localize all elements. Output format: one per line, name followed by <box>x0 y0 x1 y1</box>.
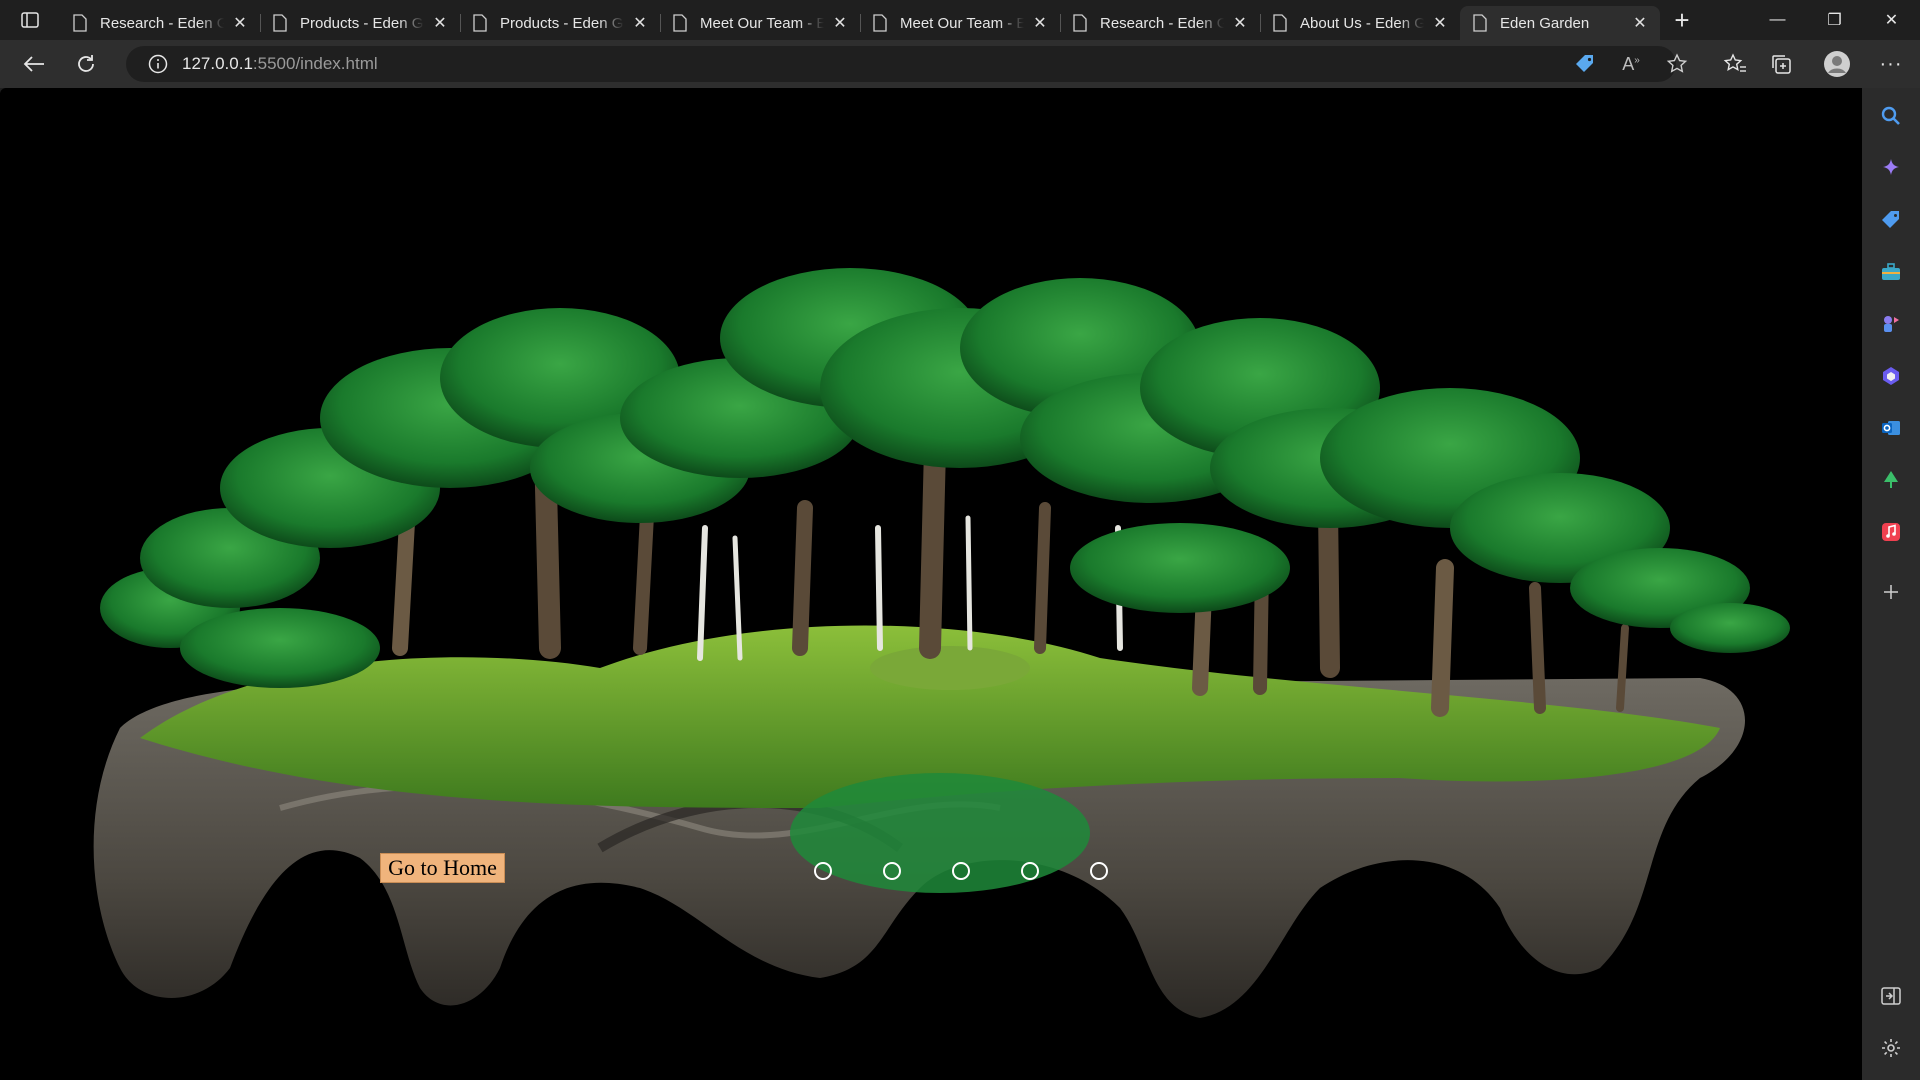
profile-avatar[interactable] <box>1814 44 1860 84</box>
back-icon[interactable] <box>10 44 58 84</box>
coupon-tag-icon[interactable] <box>1562 44 1608 84</box>
omnibox[interactable]: 127.0.0.1:5500/index.html <box>126 46 1676 82</box>
slider-dot[interactable] <box>883 862 901 880</box>
info-icon[interactable] <box>148 54 168 74</box>
tree-icon[interactable] <box>1862 460 1920 500</box>
tab[interactable]: Research - Eden Garden ✕ <box>1060 6 1261 40</box>
tab[interactable]: Meet Our Team - Eden Garden ✕ <box>660 6 861 40</box>
favorites-icon[interactable] <box>1712 44 1758 84</box>
tab[interactable]: About Us - Eden Garden ✕ <box>1260 6 1460 40</box>
restore-icon[interactable]: ❐ <box>1806 0 1863 40</box>
tab[interactable]: Products - Eden Garden ✕ <box>260 6 461 40</box>
slider-dot[interactable] <box>814 862 832 880</box>
url-text[interactable]: 127.0.0.1:5500/index.html <box>182 54 378 74</box>
tab-title: About Us - Eden Garden <box>1300 14 1424 32</box>
tab[interactable]: Research - Eden Garden ✕ <box>60 6 261 40</box>
minimize-icon[interactable]: — <box>1749 0 1806 40</box>
close-icon[interactable]: ✕ <box>1230 13 1250 33</box>
tab-title: Research - Eden Garden <box>100 14 224 32</box>
document-icon <box>1273 14 1287 32</box>
tools-briefcase-icon[interactable] <box>1862 252 1920 292</box>
games-icon[interactable] <box>1862 304 1920 344</box>
search-icon[interactable] <box>1862 96 1920 136</box>
window-controls: — ❐ ✕ <box>1749 0 1920 40</box>
page-viewport: Go to Home <box>0 88 1862 1080</box>
settings-gear-icon[interactable] <box>1862 1028 1920 1068</box>
tab-active[interactable]: Eden Garden ✕ <box>1460 6 1660 40</box>
close-icon[interactable]: ✕ <box>430 13 450 33</box>
new-tab-button[interactable]: + <box>1660 0 1704 40</box>
close-icon[interactable]: ✕ <box>630 13 650 33</box>
read-aloud-icon[interactable]: A» <box>1608 44 1654 84</box>
document-icon <box>873 14 887 32</box>
document-icon <box>473 14 487 32</box>
edge-sidebar <box>1862 88 1920 1080</box>
tab-actions-icon[interactable] <box>0 0 60 40</box>
collections-icon[interactable] <box>1758 44 1804 84</box>
document-icon <box>73 14 87 32</box>
address-bar-row: 127.0.0.1:5500/index.html A» ··· <box>0 40 1920 88</box>
tab-title: Research - Eden Garden <box>1100 14 1224 32</box>
document-icon <box>273 14 287 32</box>
close-icon[interactable]: ✕ <box>1630 13 1650 33</box>
music-icon[interactable] <box>1862 512 1920 552</box>
close-icon[interactable]: ✕ <box>230 13 250 33</box>
hero-image <box>93 268 1790 1018</box>
tab-title: Meet Our Team - Eden Garden <box>900 14 1024 32</box>
shopping-tag-icon[interactable] <box>1862 200 1920 240</box>
refresh-icon[interactable] <box>62 44 110 84</box>
close-window-icon[interactable]: ✕ <box>1863 0 1920 40</box>
url-host: 127.0.0.1 <box>182 54 253 73</box>
copilot-sparkle-icon[interactable] <box>1862 148 1920 188</box>
document-icon <box>1473 14 1487 32</box>
tab-title: Products - Eden Garden <box>300 14 424 32</box>
tab-strip: Research - Eden Garden ✕ Products - Eden … <box>0 0 1920 40</box>
document-icon <box>673 14 687 32</box>
slider-dot[interactable] <box>1090 862 1108 880</box>
add-icon[interactable] <box>1862 572 1920 612</box>
close-icon[interactable]: ✕ <box>1030 13 1050 33</box>
slider-dot[interactable] <box>952 862 970 880</box>
tab-title: Meet Our Team - Eden Garden <box>700 14 824 32</box>
slider-dots <box>814 862 1108 880</box>
close-icon[interactable]: ✕ <box>1430 13 1450 33</box>
tab[interactable]: Products - Eden Garden ✕ <box>460 6 661 40</box>
tab-title: Products - Eden Garden <box>500 14 624 32</box>
slider-dot[interactable] <box>1021 862 1039 880</box>
tab[interactable]: Meet Our Team - Eden Garden ✕ <box>860 6 1061 40</box>
toolbar-right: A» ··· <box>1562 40 1920 88</box>
url-path: :5500/index.html <box>252 54 378 73</box>
outlook-icon[interactable] <box>1862 408 1920 448</box>
microsoft-365-icon[interactable] <box>1862 356 1920 396</box>
hide-sidebar-icon[interactable] <box>1862 976 1920 1016</box>
document-icon <box>1073 14 1087 32</box>
add-favorite-icon[interactable] <box>1654 44 1700 84</box>
go-home-button[interactable]: Go to Home <box>380 853 505 883</box>
close-icon[interactable]: ✕ <box>830 13 850 33</box>
tab-title: Eden Garden <box>1500 14 1590 32</box>
more-options-icon[interactable]: ··· <box>1868 44 1914 84</box>
